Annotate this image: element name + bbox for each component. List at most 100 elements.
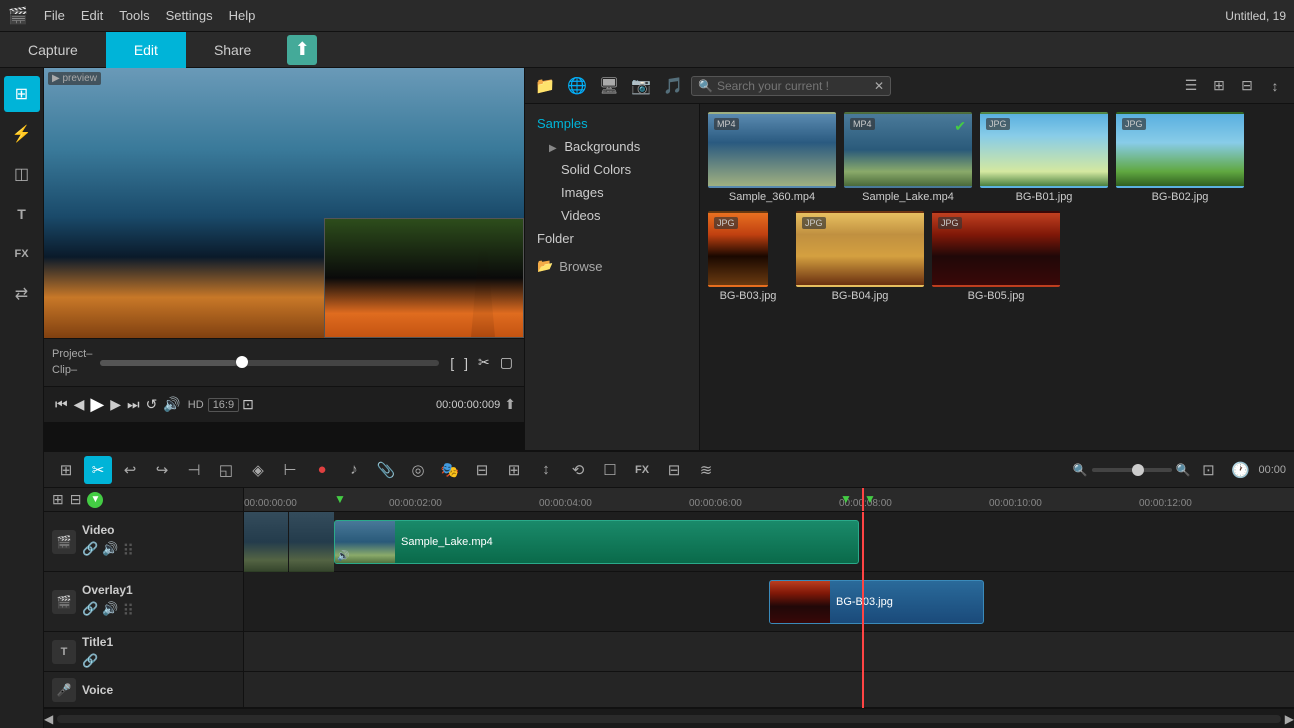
tl-fit-btn[interactable]: ⊡	[1194, 456, 1222, 484]
step-back-btn[interactable]: ◀	[74, 396, 85, 413]
zoom-slider[interactable]	[1092, 468, 1172, 472]
sort-btn[interactable]: ↕	[1262, 73, 1288, 99]
track-add-btn[interactable]: ⊟	[70, 491, 82, 508]
tl-split-btn[interactable]: ◈	[244, 456, 272, 484]
media-audio-btn[interactable]: 🎵	[659, 72, 687, 100]
sidebar-icon-transition[interactable]: ⇄	[4, 276, 40, 312]
thumb-bg-b02[interactable]: JPG BG-B02.jpg	[1116, 112, 1244, 203]
link-icon-overlay[interactable]: 🔗	[82, 601, 98, 621]
tab-capture[interactable]: Capture	[0, 32, 106, 68]
sidebar-icon-fx[interactable]: FX	[4, 236, 40, 272]
tl-scrollbar[interactable]	[57, 715, 1281, 723]
tl-in-btn[interactable]: ⊣	[180, 456, 208, 484]
tree-item-samples[interactable]: Samples	[525, 112, 699, 135]
mark-out-btn[interactable]: ]	[464, 355, 468, 371]
step-fwd-btn[interactable]: ▶	[110, 396, 121, 413]
tl-scroll-prev-btn[interactable]: ◀	[44, 712, 53, 726]
volume-btn[interactable]: 🔊	[163, 396, 180, 413]
tl-rotate-btn[interactable]: ⟲	[564, 456, 592, 484]
volume-icon-video[interactable]: 🔊	[102, 541, 118, 561]
cut-btn[interactable]: ✂	[478, 354, 490, 371]
tl-undo-btn[interactable]: ↩	[116, 456, 144, 484]
clip-bg-b03[interactable]: BG-B03.jpg	[769, 580, 984, 624]
menu-tools[interactable]: Tools	[119, 8, 149, 23]
trim-btn[interactable]: ▢	[500, 354, 513, 371]
link-icon-title[interactable]: 🔗	[82, 653, 98, 669]
playback-thumb[interactable]	[236, 356, 248, 368]
volume-icon-overlay[interactable]: 🔊	[102, 601, 118, 621]
media-camera-btn[interactable]: 📷	[627, 72, 655, 100]
time-display: 00:00:00:009	[436, 399, 500, 411]
tl-motion-btn[interactable]: ↕	[532, 456, 560, 484]
tl-chapter-btn[interactable]: ⊟	[660, 456, 688, 484]
tl-crop-btn[interactable]: ☐	[596, 456, 624, 484]
media-grid: MP4 Sample_360.mp4 MP4 ✔ Sample_Lake.mp4	[700, 104, 1294, 450]
zoom-out-icon[interactable]: 🔍	[1073, 463, 1088, 477]
tree-item-backgrounds[interactable]: ▶ Backgrounds	[525, 135, 699, 158]
tl-audio-btn[interactable]: ♪	[340, 456, 368, 484]
tree-item-solid-colors[interactable]: Solid Colors	[525, 158, 699, 181]
tl-trim-btn[interactable]: ✂	[84, 456, 112, 484]
loop-btn[interactable]: ↺	[146, 396, 158, 413]
menu-settings[interactable]: Settings	[166, 8, 213, 23]
thumb-bg-b04[interactable]: JPG BG-B04.jpg	[796, 211, 924, 302]
tl-out-btn[interactable]: ◱	[212, 456, 240, 484]
view-large-btn[interactable]: ⊟	[1234, 73, 1260, 99]
browse-btn[interactable]: 📂 Browse	[525, 254, 699, 278]
mark-in-btn[interactable]: [	[450, 355, 454, 371]
link-icon-video[interactable]: 🔗	[82, 541, 98, 561]
thumb-sample-lake[interactable]: MP4 ✔ Sample_Lake.mp4	[844, 112, 972, 203]
tab-share[interactable]: Share	[186, 32, 279, 68]
sidebar-icon-media[interactable]: ⊞	[4, 76, 40, 112]
zoom-in-icon[interactable]: 🔍	[1176, 463, 1191, 477]
tl-clock-btn[interactable]: 🕐	[1226, 456, 1254, 484]
tl-record-btn[interactable]: ●	[308, 456, 336, 484]
menu-file[interactable]: File	[44, 8, 65, 23]
next-frame-btn[interactable]: ⏭	[127, 396, 140, 413]
thumb-bg-b01[interactable]: JPG BG-B01.jpg	[980, 112, 1108, 203]
playback-bar[interactable]	[100, 360, 439, 366]
play-btn[interactable]: ▶	[90, 394, 104, 415]
tl-multicam-btn[interactable]: ⊞	[500, 456, 528, 484]
preview-controls: Project– Clip– [ ] ✂ ▢	[44, 338, 524, 386]
upload-button[interactable]: ⬆	[287, 35, 317, 65]
tl-snap-btn[interactable]: ⊢	[276, 456, 304, 484]
thumb-sample-360[interactable]: MP4 Sample_360.mp4	[708, 112, 836, 203]
menu-help[interactable]: Help	[229, 8, 256, 23]
sidebar-icon-text[interactable]: T	[4, 196, 40, 232]
tl-clips-btn[interactable]: ⊞	[52, 456, 80, 484]
tree-item-videos[interactable]: Videos	[525, 204, 699, 227]
search-input[interactable]	[717, 79, 870, 93]
sidebar-icon-instant[interactable]: ⚡	[4, 116, 40, 152]
track-menu-btn[interactable]: ▼	[87, 492, 103, 508]
track-expand-all-btn[interactable]: ⊞	[52, 491, 64, 508]
aspect-btn[interactable]: ⊡	[242, 396, 254, 413]
menu-edit[interactable]: Edit	[81, 8, 103, 23]
grip-icon-overlay[interactable]: ⠿	[122, 601, 134, 621]
prev-frame-btn[interactable]: ⏮	[55, 396, 68, 413]
tl-redo-btn[interactable]: ↪	[148, 456, 176, 484]
media-globe-btn[interactable]: 🌐	[563, 72, 591, 100]
grip-icon-video[interactable]: ⠿	[122, 541, 134, 561]
tree-item-folder[interactable]: Folder	[525, 227, 699, 250]
tl-scroll-next-btn[interactable]: ▶	[1285, 712, 1294, 726]
search-clear-btn[interactable]: ✕	[874, 79, 884, 93]
tl-lens-btn[interactable]: ◎	[404, 456, 432, 484]
media-screen-btn[interactable]: 🖥	[595, 72, 623, 100]
view-list-btn[interactable]: ☰	[1178, 73, 1204, 99]
overlay-track-controls: Overlay1 🔗 🔊 ⠿	[82, 583, 134, 621]
media-folder-btn[interactable]: 📁	[531, 72, 559, 100]
tl-color-btn[interactable]: ≋	[692, 456, 720, 484]
tl-subtitle-btn[interactable]: ⊟	[468, 456, 496, 484]
tl-stitch-btn[interactable]: 📎	[372, 456, 400, 484]
thumb-bg-b03[interactable]: JPG BG-B03.jpg	[708, 211, 788, 302]
clip-sample-lake[interactable]: 🔊 Sample_Lake.mp4	[334, 520, 859, 564]
sidebar-icon-overlay[interactable]: ◫	[4, 156, 40, 192]
tab-edit[interactable]: Edit	[106, 32, 186, 68]
tl-mask-btn[interactable]: 🎭	[436, 456, 464, 484]
view-grid-btn[interactable]: ⊞	[1206, 73, 1232, 99]
tree-item-images[interactable]: Images	[525, 181, 699, 204]
thumb-bg-b05[interactable]: JPG BG-B05.jpg	[932, 211, 1060, 302]
time-adjust-btn[interactable]: ⬆	[504, 396, 516, 413]
tl-fx-btn[interactable]: FX	[628, 456, 656, 484]
